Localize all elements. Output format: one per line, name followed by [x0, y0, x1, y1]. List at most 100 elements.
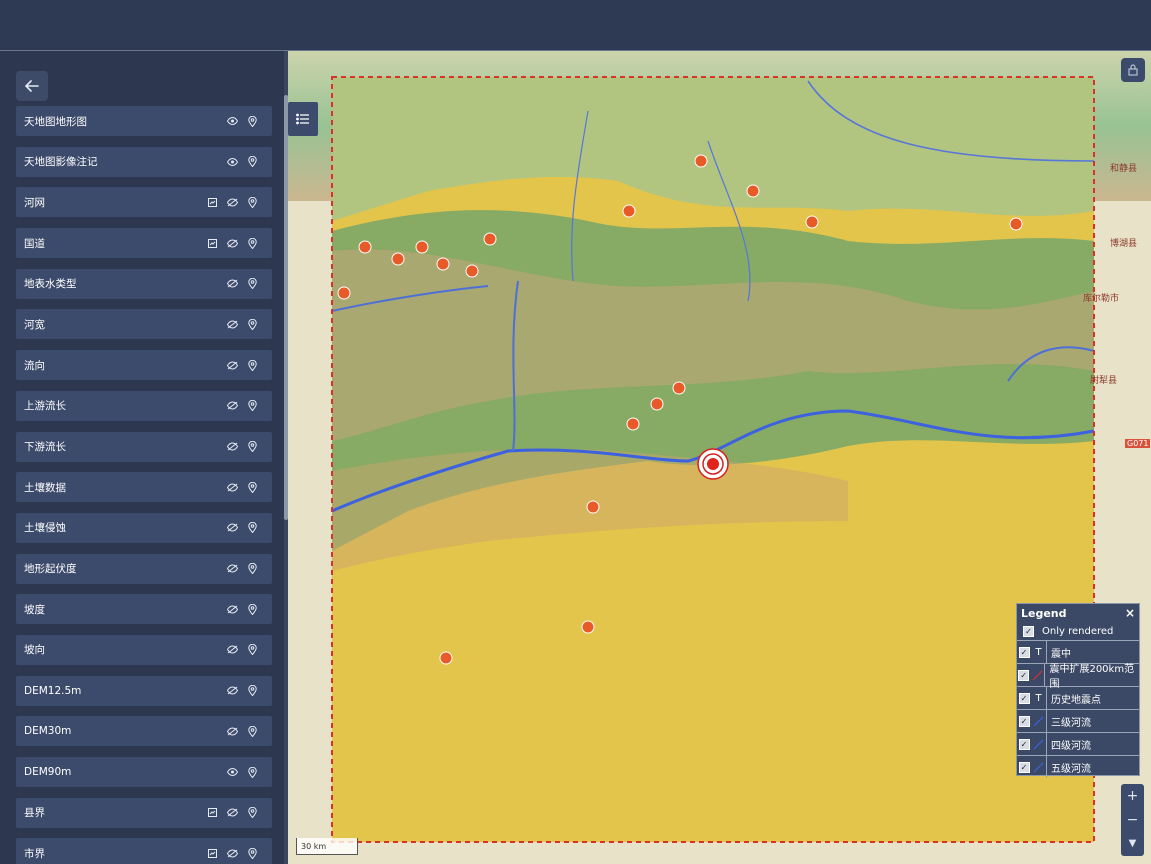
- arrow-left-icon: [25, 80, 39, 92]
- layer-item[interactable]: 河宽: [16, 309, 272, 340]
- layer-actions: [226, 269, 258, 299]
- legend-item-checkbox[interactable]: ✓: [1017, 646, 1031, 658]
- legend-item[interactable]: ✓ 五级河流: [1017, 755, 1139, 778]
- layer-item[interactable]: 国道: [16, 228, 272, 259]
- location-icon[interactable]: [246, 156, 258, 168]
- location-icon[interactable]: [246, 603, 258, 615]
- layer-item[interactable]: 上游流长: [16, 390, 272, 421]
- legend-item-checkbox[interactable]: ✓: [1017, 692, 1031, 704]
- layer-item[interactable]: 地形起伏度: [16, 553, 272, 584]
- layer-item[interactable]: 土壤数据: [16, 472, 272, 503]
- location-icon[interactable]: [246, 237, 258, 249]
- location-icon[interactable]: [246, 359, 258, 371]
- table-icon[interactable]: [206, 807, 218, 819]
- location-icon[interactable]: [246, 196, 258, 208]
- legend-item-checkbox[interactable]: ✓: [1017, 738, 1031, 750]
- legend-item-label: 五级河流: [1051, 763, 1091, 775]
- eye-off-icon[interactable]: [226, 807, 238, 819]
- layer-actions: [226, 594, 258, 624]
- layer-item[interactable]: DEM30m: [16, 716, 272, 747]
- eye-off-icon[interactable]: [226, 725, 238, 737]
- eye-off-icon[interactable]: [226, 237, 238, 249]
- layer-item[interactable]: 市界: [16, 838, 272, 864]
- checkbox[interactable]: ✓: [1023, 625, 1034, 637]
- eye-off-icon[interactable]: [226, 481, 238, 493]
- layer-label: 坡向: [24, 644, 45, 657]
- layer-actions: [226, 106, 258, 136]
- layer-actions: [206, 187, 258, 217]
- zoom-out-button[interactable]: −: [1121, 808, 1144, 832]
- back-button[interactable]: [16, 71, 48, 101]
- layer-label: 流向: [24, 359, 45, 372]
- red-line-symbol: [1030, 664, 1046, 686]
- eye-off-icon[interactable]: [226, 318, 238, 330]
- layer-actions: [226, 147, 258, 177]
- layer-toggle-button[interactable]: [288, 102, 318, 136]
- layer-item[interactable]: 县界: [16, 797, 272, 828]
- location-icon[interactable]: [246, 522, 258, 534]
- legend-item-checkbox[interactable]: ✓: [1017, 715, 1031, 727]
- layer-item[interactable]: 坡度: [16, 594, 272, 625]
- eye-icon[interactable]: [226, 156, 238, 168]
- blue-line-symbol: [1031, 733, 1047, 755]
- location-icon[interactable]: [246, 481, 258, 493]
- layer-item[interactable]: DEM90m: [16, 757, 272, 787]
- location-icon[interactable]: [246, 400, 258, 412]
- eye-off-icon[interactable]: [226, 400, 238, 412]
- location-icon[interactable]: [246, 644, 258, 656]
- layer-item[interactable]: 流向: [16, 350, 272, 381]
- layer-item[interactable]: 下游流长: [16, 431, 272, 462]
- location-icon[interactable]: [246, 685, 258, 697]
- eye-off-icon[interactable]: [226, 603, 238, 615]
- legend-item-label: 震中: [1051, 648, 1071, 660]
- location-icon[interactable]: [246, 278, 258, 290]
- location-icon[interactable]: [246, 115, 258, 127]
- top-bar: [0, 0, 1151, 51]
- table-icon[interactable]: [206, 847, 218, 859]
- eye-off-icon[interactable]: [226, 359, 238, 371]
- layer-item[interactable]: DEM12.5m: [16, 675, 272, 706]
- layer-label: DEM30m: [24, 725, 72, 738]
- layer-actions: [226, 676, 258, 706]
- layer-item[interactable]: 土壤侵蚀: [16, 512, 272, 543]
- zoom-control: + − ▼: [1121, 784, 1144, 856]
- table-icon[interactable]: [206, 237, 218, 249]
- eye-off-icon[interactable]: [226, 644, 238, 656]
- legend-item-checkbox[interactable]: ✓: [1017, 669, 1030, 681]
- legend-item[interactable]: ✓ 四级河流: [1017, 732, 1139, 755]
- location-icon[interactable]: [246, 725, 258, 737]
- eye-icon[interactable]: [226, 766, 238, 778]
- eye-off-icon[interactable]: [226, 196, 238, 208]
- location-icon[interactable]: [246, 318, 258, 330]
- layer-item[interactable]: 河网: [16, 187, 272, 218]
- eye-off-icon[interactable]: [226, 441, 238, 453]
- eye-off-icon[interactable]: [226, 522, 238, 534]
- eye-off-icon[interactable]: [226, 847, 238, 859]
- location-icon[interactable]: [246, 441, 258, 453]
- location-icon[interactable]: [246, 807, 258, 819]
- zoom-in-button[interactable]: +: [1121, 784, 1144, 808]
- lock-button[interactable]: [1121, 58, 1145, 82]
- zoom-collapse-button[interactable]: ▼: [1121, 832, 1144, 856]
- layer-actions: [226, 309, 258, 339]
- eye-off-icon[interactable]: [226, 563, 238, 575]
- legend-close-button[interactable]: ×: [1125, 606, 1135, 620]
- legend-only-rendered[interactable]: ✓ Only rendered: [1017, 622, 1139, 640]
- epicenter-marker[interactable]: [697, 448, 729, 480]
- legend-item-label: 历史地震点: [1051, 694, 1101, 706]
- legend-item[interactable]: ✓ 震中扩展200km范围: [1017, 663, 1139, 690]
- legend-item-checkbox[interactable]: ✓: [1017, 761, 1031, 773]
- layer-item[interactable]: 天地图影像注记: [16, 146, 272, 177]
- layer-item[interactable]: 天地图地形图: [16, 106, 272, 136]
- layer-actions: [226, 513, 258, 543]
- eye-off-icon[interactable]: [226, 278, 238, 290]
- location-icon[interactable]: [246, 766, 258, 778]
- location-icon[interactable]: [246, 563, 258, 575]
- eye-off-icon[interactable]: [226, 685, 238, 697]
- layer-item[interactable]: 地表水类型: [16, 268, 272, 299]
- layer-item[interactable]: 坡向: [16, 634, 272, 665]
- eye-icon[interactable]: [226, 115, 238, 127]
- legend-item[interactable]: ✓ 三级河流: [1017, 709, 1139, 732]
- location-icon[interactable]: [246, 847, 258, 859]
- table-icon[interactable]: [206, 196, 218, 208]
